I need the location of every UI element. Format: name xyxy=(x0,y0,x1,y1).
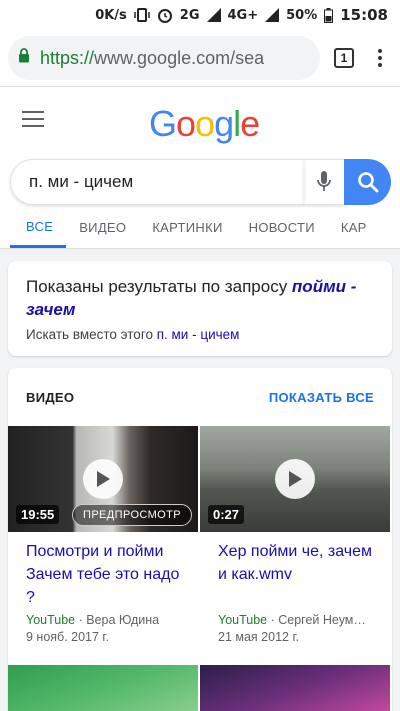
tab-images[interactable]: КАРТИНКИ xyxy=(139,207,235,248)
video-duration: 0:27 xyxy=(208,505,245,524)
video-duration: 19:55 xyxy=(16,505,60,524)
video-source: YouTube · Сергей Неум… xyxy=(218,613,366,627)
video-source: YouTube · Вера Юдина xyxy=(26,613,160,627)
video-item[interactable]: 19:55 ПРЕДПРОСМОТР Посмотри и пойми Заче… xyxy=(8,426,198,646)
overflow-menu-icon[interactable] xyxy=(368,36,392,80)
video-title-link[interactable]: Посмотри и пойми Зачем тебе это надо ? xyxy=(8,532,198,612)
tab-maps[interactable]: КАР xyxy=(328,207,380,248)
google-logo[interactable]: Google xyxy=(149,103,260,145)
show-all-button[interactable]: ПОКАЗАТЬ ВСЕ xyxy=(269,390,374,405)
battery-icon xyxy=(324,7,334,23)
status-bar: 0K/s 2G 4G+ 50% 15:08 xyxy=(0,0,400,30)
clock: 15:08 xyxy=(340,6,388,24)
url-text: https://www.google.com/sea xyxy=(40,47,265,68)
video-item[interactable]: 0:27 Хер пойми че, зачем и как.wmv YouTu… xyxy=(200,426,390,646)
video-date: 9 нояб. 2017 г. xyxy=(26,630,109,644)
video-carousel: 19:55 ПРЕДПРОСМОТР Посмотри и пойми Заче… xyxy=(8,426,392,646)
tab-count: 1 xyxy=(334,48,354,68)
original-query-link[interactable]: п. ми - цичем xyxy=(157,327,240,342)
network-type-2: 4G+ xyxy=(227,7,259,23)
tab-video[interactable]: ВИДЕО xyxy=(66,207,139,248)
video-thumbnail[interactable] xyxy=(200,665,390,711)
video-card-header: ВИДЕО ПОКАЗАТЬ ВСЕ xyxy=(8,368,392,426)
address-bar[interactable]: https://www.google.com/sea xyxy=(8,36,320,80)
search-input[interactable]: п. ми - цичем xyxy=(10,159,304,205)
video-carousel-next-row xyxy=(8,665,392,711)
network-type-1: 2G xyxy=(179,7,200,23)
vibrate-icon xyxy=(134,8,150,22)
tab-news[interactable]: НОВОСТИ xyxy=(236,207,328,248)
battery-level: 50% xyxy=(286,7,318,23)
search-box: п. ми - цичем xyxy=(10,159,391,205)
microphone-icon[interactable] xyxy=(304,159,344,205)
network-speed: 0K/s xyxy=(95,7,127,23)
video-results-card: ВИДЕО ПОКАЗАТЬ ВСЕ 19:55 ПРЕДПРОСМОТР По… xyxy=(8,368,392,711)
search-icon xyxy=(357,172,378,193)
play-icon[interactable] xyxy=(83,459,123,499)
play-icon[interactable] xyxy=(275,459,315,499)
video-thumbnail[interactable]: 19:55 ПРЕДПРОСМОТР xyxy=(8,426,198,532)
video-date: 21 мая 2012 г. xyxy=(218,630,299,644)
video-thumbnail[interactable] xyxy=(8,665,198,711)
lock-icon xyxy=(18,48,30,68)
hamburger-menu-icon[interactable] xyxy=(22,111,44,132)
video-thumbnail[interactable]: 0:27 xyxy=(200,426,390,532)
results-area: Показаны результаты по запросу пойми - з… xyxy=(0,249,400,711)
spelling-correction-card: Показаны результаты по запросу пойми - з… xyxy=(8,261,392,356)
browser-toolbar: https://www.google.com/sea 1 xyxy=(0,30,400,86)
search-button[interactable] xyxy=(344,159,391,205)
alarm-icon xyxy=(157,7,173,23)
video-title-link[interactable]: Хер пойми че, зачем и как.wmv xyxy=(200,532,390,612)
signal-icon-2 xyxy=(265,8,280,22)
signal-icon-1 xyxy=(206,8,221,22)
search-tabs: ВСЕ ВИДЕО КАРТИНКИ НОВОСТИ КАР xyxy=(0,207,400,249)
tab-switcher-button[interactable]: 1 xyxy=(326,36,362,80)
tab-all[interactable]: ВСЕ xyxy=(10,207,67,248)
preview-button[interactable]: ПРЕДПРОСМОТР xyxy=(72,504,192,526)
google-header: Google xyxy=(0,86,400,156)
corrected-query-notice: Показаны результаты по запросу пойми - з… xyxy=(26,277,357,319)
original-query-notice: Искать вместо этого п. ми - цичем xyxy=(26,327,240,342)
video-heading: ВИДЕО xyxy=(26,389,75,405)
